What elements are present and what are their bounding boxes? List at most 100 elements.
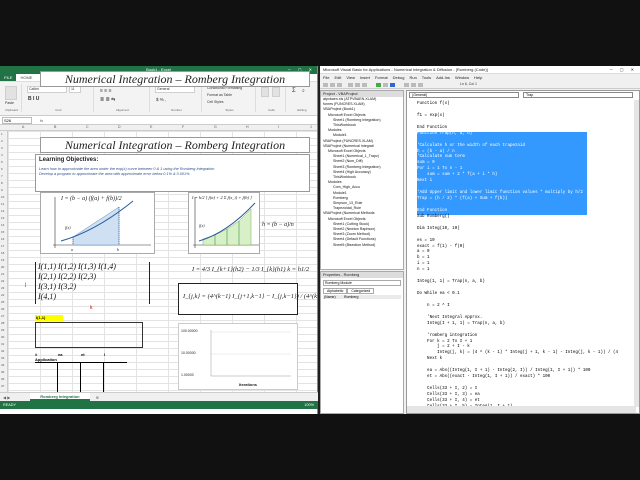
row-header[interactable]: 6 bbox=[1, 167, 3, 171]
tab-categorized[interactable]: Categorized bbox=[347, 288, 375, 294]
row-header[interactable]: 10 bbox=[1, 195, 4, 199]
ribbon-tab[interactable]: HOME bbox=[16, 74, 36, 81]
break-icon[interactable] bbox=[383, 83, 388, 87]
menu-item[interactable]: Tools bbox=[422, 74, 431, 81]
column-header[interactable]: C bbox=[86, 125, 89, 129]
column-header[interactable]: G bbox=[214, 125, 217, 129]
row-header[interactable]: 37 bbox=[1, 384, 4, 388]
row-header[interactable]: 13 bbox=[1, 216, 4, 220]
object-combo[interactable]: (General) bbox=[409, 92, 519, 98]
row-header[interactable]: 23 bbox=[1, 286, 4, 290]
column-header[interactable]: I bbox=[278, 125, 279, 129]
row-header[interactable]: 12 bbox=[1, 209, 4, 213]
column-header[interactable]: A bbox=[22, 125, 24, 129]
romberg-formula-box[interactable]: I_{j,k} = (4^(k−1) I_{j+1,k−1} − I_{j,k−… bbox=[178, 283, 340, 315]
row-header[interactable]: 32 bbox=[1, 349, 4, 353]
cut-icon[interactable] bbox=[348, 83, 353, 87]
menu-item[interactable]: Window bbox=[455, 74, 469, 81]
excel-icon[interactable] bbox=[323, 83, 328, 87]
tree-item[interactable]: Sheet5 (Bisection Method) bbox=[323, 243, 403, 248]
format-as-table-button[interactable]: Format as Table bbox=[207, 93, 232, 97]
properties-object-select[interactable]: Romberg Module bbox=[323, 280, 401, 286]
delete-cells-icon[interactable] bbox=[272, 87, 280, 97]
row-header[interactable]: 15 bbox=[1, 230, 4, 234]
row-header[interactable]: 18 bbox=[1, 251, 4, 255]
insert-cells-icon[interactable] bbox=[261, 87, 269, 97]
property-row-name[interactable]: (Name) Romberg bbox=[323, 295, 401, 299]
row-header[interactable]: 7 bbox=[1, 174, 3, 178]
menu-item[interactable]: Debug bbox=[393, 74, 405, 81]
row-header[interactable]: 27 bbox=[1, 314, 4, 318]
row-header[interactable]: 9 bbox=[1, 188, 3, 192]
row-header[interactable]: 24 bbox=[1, 293, 4, 297]
vertical-scrollbar[interactable] bbox=[634, 100, 639, 407]
column-header[interactable]: J bbox=[310, 125, 312, 129]
menu-item[interactable]: View bbox=[346, 74, 355, 81]
row-header[interactable]: 35 bbox=[1, 370, 4, 374]
highlighted-cell[interactable]: I(1,1) bbox=[35, 315, 63, 321]
reset-icon[interactable] bbox=[390, 83, 395, 87]
composite-trapezoid-plot[interactable]: I = h/2 [ f(a) + 2 Σ f(x_i) + f(b) ] f(x… bbox=[188, 192, 260, 254]
column-header[interactable]: E bbox=[150, 125, 152, 129]
column-header[interactable]: B bbox=[54, 125, 56, 129]
cell-styles-button[interactable]: Cell Styles bbox=[207, 100, 224, 104]
row-header[interactable]: 26 bbox=[1, 307, 4, 311]
sheet-nav-icons[interactable]: ◀ ▶ bbox=[3, 395, 10, 400]
row-header[interactable]: 17 bbox=[1, 244, 4, 248]
tab-alphabetic[interactable]: Alphabetic bbox=[323, 288, 348, 294]
find-icon[interactable]: ⌕ bbox=[302, 88, 305, 94]
column-header[interactable]: F bbox=[182, 125, 184, 129]
indent-icons[interactable]: ≣ ≣ ⇆ bbox=[100, 97, 115, 103]
menu-item[interactable]: File bbox=[323, 74, 329, 81]
zoom-level[interactable]: 100% bbox=[304, 401, 314, 409]
code-window[interactable]: (General) Trap Function f(x) f1 = exp(x) E… bbox=[406, 90, 640, 414]
column-header[interactable]: H bbox=[246, 125, 249, 129]
row-header[interactable]: 30 bbox=[1, 335, 4, 339]
menu-item[interactable]: Add-Ins bbox=[436, 74, 450, 81]
fx-icon[interactable]: fx bbox=[40, 118, 43, 123]
project-explorer-icon[interactable] bbox=[411, 83, 416, 87]
sheet-tab-romberg[interactable]: Romberg Integration bbox=[30, 393, 90, 401]
row-header[interactable]: 1 bbox=[1, 132, 3, 136]
row-header[interactable]: 5 bbox=[1, 160, 3, 164]
row-header[interactable]: 8 bbox=[1, 181, 3, 185]
paste-icon[interactable] bbox=[362, 83, 367, 87]
menu-item[interactable]: Help bbox=[474, 74, 482, 81]
run-icon[interactable] bbox=[376, 83, 381, 87]
ribbon-tab[interactable]: FILE bbox=[0, 74, 17, 81]
autosum-icon[interactable]: Σ bbox=[292, 88, 296, 94]
row-header[interactable]: 31 bbox=[1, 342, 4, 346]
bold-italic-underline[interactable]: B I U bbox=[28, 96, 39, 102]
save-icon[interactable] bbox=[337, 83, 342, 87]
row-header[interactable]: 19 bbox=[1, 258, 4, 262]
row-header[interactable]: 14 bbox=[1, 223, 4, 227]
row-header[interactable]: 4 bbox=[1, 153, 3, 157]
row-header[interactable]: 2 bbox=[1, 139, 3, 143]
row-header[interactable]: 25 bbox=[1, 300, 4, 304]
code-editor[interactable]: Function f(x) f1 = exp(x) End Function Func… bbox=[417, 102, 637, 414]
procedure-combo[interactable]: Trap bbox=[523, 92, 633, 98]
objectives-textbox[interactable]: Learning Objectives: Learn how to approx… bbox=[35, 154, 310, 192]
menu-item[interactable]: Insert bbox=[360, 74, 370, 81]
row-header[interactable]: 36 bbox=[1, 377, 4, 381]
name-box[interactable]: S26 bbox=[2, 116, 32, 124]
horizontal-scrollbar[interactable] bbox=[407, 406, 636, 413]
row-header[interactable]: 33 bbox=[1, 356, 4, 360]
row-header[interactable]: 21 bbox=[1, 272, 4, 276]
vba-window-controls[interactable]: ─ ▢ ✕ bbox=[610, 66, 637, 74]
align-icons[interactable]: ≡ ≡ ≡ bbox=[100, 88, 112, 94]
paste-button[interactable] bbox=[5, 86, 17, 100]
row-header[interactable]: 11 bbox=[1, 202, 4, 206]
row-header[interactable]: 22 bbox=[1, 279, 4, 283]
menu-item[interactable]: Format bbox=[375, 74, 388, 81]
row-header[interactable]: 3 bbox=[1, 146, 3, 150]
convergence-chart[interactable]: 100.00000 10.00000 1.00000 Iterations bbox=[178, 323, 298, 390]
sheet-title-textbox[interactable]: Numerical Integration – Romberg Integrat… bbox=[40, 137, 310, 153]
row-header[interactable]: 20 bbox=[1, 265, 4, 269]
trapezoid-plot[interactable]: I = (b − a) (f(a) + f(b))/2 f(x) a b bbox=[40, 192, 155, 254]
design-mode-icon[interactable] bbox=[404, 83, 409, 87]
row-header[interactable]: 29 bbox=[1, 328, 4, 332]
menu-item[interactable]: Edit bbox=[334, 74, 341, 81]
menu-item[interactable]: Run bbox=[409, 74, 416, 81]
row-header[interactable]: 28 bbox=[1, 321, 4, 325]
